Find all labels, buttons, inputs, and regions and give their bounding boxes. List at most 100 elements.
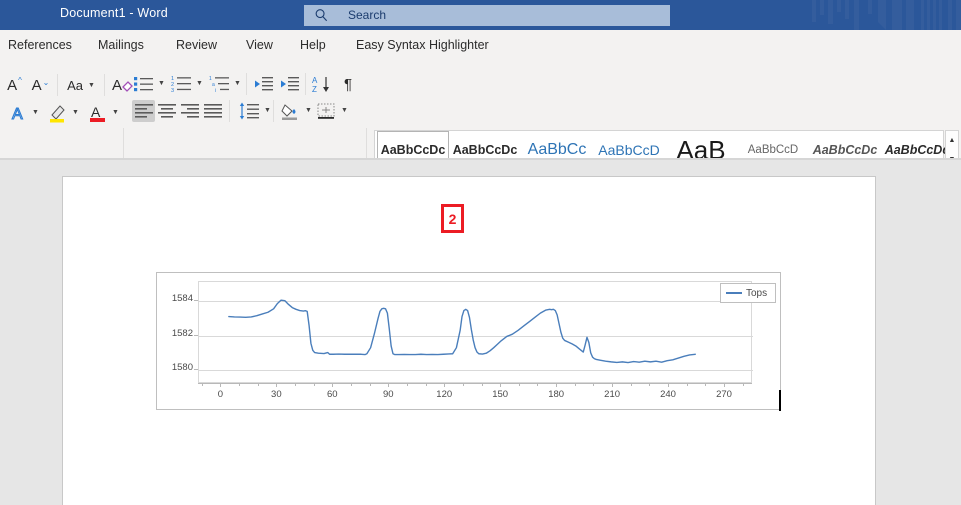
grow-font-button[interactable]: A ^ xyxy=(2,74,26,96)
chevron-down-icon[interactable]: ▼ xyxy=(72,109,79,116)
chevron-down-icon[interactable]: ▼ xyxy=(341,107,348,114)
text-highlight-color-button[interactable] xyxy=(46,102,70,124)
borders-button[interactable] xyxy=(315,100,339,122)
text-effects-button[interactable]: A xyxy=(8,102,30,124)
show-formatting-marks-button[interactable]: ¶ xyxy=(338,73,358,95)
tab-mailings[interactable]: Mailings xyxy=(98,38,144,52)
chevron-down-icon[interactable]: ▼ xyxy=(264,107,271,114)
document-title: Document1 - Word xyxy=(60,6,168,20)
chevron-down-icon[interactable]: ▼ xyxy=(158,80,165,87)
align-left-button[interactable] xyxy=(132,100,155,122)
ribbon-tab-bar: References Mailings Review View Help Eas… xyxy=(0,30,961,62)
chart-x-tick-label: 210 xyxy=(597,389,627,400)
highlighter-icon xyxy=(47,102,69,124)
style-preview: AaBbCcD xyxy=(738,144,808,156)
chart-x-tick-mark xyxy=(631,383,632,386)
chart-x-tick-mark xyxy=(593,383,594,386)
svg-text:i: i xyxy=(215,88,216,93)
style-preview: AaBbCcD xyxy=(594,142,664,158)
styles-scroll-up-button[interactable]: ▲ xyxy=(946,131,958,150)
chart-x-tick-mark xyxy=(202,383,203,386)
chart-x-tick-label: 30 xyxy=(261,389,291,400)
chart-y-tick-mark xyxy=(194,335,198,336)
font-color-button[interactable]: A xyxy=(86,102,110,124)
word-window: Document1 - Word Search References Maili… xyxy=(0,0,961,505)
chart-x-tick-mark xyxy=(575,383,576,386)
shrink-font-button[interactable]: A ⌄ xyxy=(28,74,52,96)
sort-button[interactable]: A Z xyxy=(310,73,334,95)
line-spacing-button[interactable] xyxy=(238,100,262,122)
increase-indent-button[interactable] xyxy=(278,73,302,95)
chart-y-tick-label: 1584 xyxy=(157,293,193,304)
svg-text:A: A xyxy=(91,104,101,120)
chevron-down-icon[interactable]: ▼ xyxy=(32,109,39,116)
chevron-down-icon[interactable]: ▼ xyxy=(234,80,241,87)
decrease-indent-button[interactable] xyxy=(252,73,276,95)
shrink-caret-icon: ⌄ xyxy=(43,78,50,87)
change-case-icon: Aa xyxy=(67,78,83,93)
tab-easy-syntax-highlighter[interactable]: Easy Syntax Highlighter xyxy=(356,38,489,52)
change-case-button[interactable]: Aa ▼ xyxy=(62,74,100,96)
align-right-icon xyxy=(180,103,200,119)
chart-legend[interactable]: Tops xyxy=(720,283,776,303)
chart-x-tick-label: 90 xyxy=(373,389,403,400)
shading-button[interactable] xyxy=(279,100,303,122)
chevron-down-icon[interactable]: ▼ xyxy=(196,80,203,87)
chart-line-tops xyxy=(229,300,695,362)
decrease-indent-icon xyxy=(253,75,275,93)
bullets-icon xyxy=(133,75,155,93)
shrink-font-icon: A xyxy=(32,77,42,94)
svg-text:3: 3 xyxy=(171,88,174,93)
chart-series-line xyxy=(199,282,753,384)
style-preview: AaBbCcDc xyxy=(882,143,952,157)
legend-swatch-tops xyxy=(726,292,742,294)
chart-object[interactable]: 158015821584 0306090120150180210240270 T… xyxy=(156,272,781,410)
bullets-button[interactable] xyxy=(132,73,156,95)
chart-x-tick-mark xyxy=(556,383,557,387)
chart-x-tick-mark xyxy=(612,383,613,387)
align-center-button[interactable] xyxy=(155,100,178,122)
svg-text:A: A xyxy=(12,106,23,123)
chart-x-tick-mark xyxy=(332,383,333,387)
chart-x-tick-mark xyxy=(351,383,352,386)
svg-text:Z: Z xyxy=(312,85,317,93)
chart-x-tick-mark xyxy=(276,383,277,387)
chevron-down-icon[interactable]: ▼ xyxy=(305,107,312,114)
chart-x-tick-label: 60 xyxy=(317,389,347,400)
borders-icon xyxy=(316,102,338,120)
text-effects-icon: A xyxy=(9,103,29,123)
multilevel-list-button[interactable]: 1 a i xyxy=(208,73,232,95)
chart-x-tick-mark xyxy=(537,383,538,386)
legend-label-tops: Tops xyxy=(746,288,767,299)
grow-font-icon: A xyxy=(7,77,17,94)
chart-x-tick-mark xyxy=(724,383,725,387)
search-placeholder: Search xyxy=(348,8,386,22)
justify-button[interactable] xyxy=(201,100,224,122)
tab-references[interactable]: References xyxy=(8,38,72,52)
annotation-marker-2: 2 xyxy=(441,204,464,233)
style-preview: AaBbCcDc xyxy=(378,143,448,157)
chart-x-tick-mark xyxy=(705,383,706,386)
multilevel-list-icon: 1 a i xyxy=(209,75,231,93)
chart-x-tick-label: 180 xyxy=(541,389,571,400)
align-right-button[interactable] xyxy=(178,100,201,122)
chart-x-tick-mark xyxy=(220,383,221,387)
title-bar: Document1 - Word Search xyxy=(0,0,961,30)
chevron-down-icon[interactable]: ▼ xyxy=(112,109,119,116)
chart-x-tick-label: 150 xyxy=(485,389,515,400)
style-preview: AaBbCcDc xyxy=(810,143,880,157)
chart-x-tick-mark xyxy=(407,383,408,386)
numbering-button[interactable]: 1 2 3 xyxy=(170,73,194,95)
chart-x-tick-mark xyxy=(687,383,688,386)
chart-y-tick-label: 1580 xyxy=(157,362,193,373)
search-box[interactable]: Search xyxy=(304,5,670,26)
chart-x-tick-mark xyxy=(482,383,483,386)
tab-review[interactable]: Review xyxy=(176,38,217,52)
chart-x-tick-label: 240 xyxy=(653,389,683,400)
chart-y-tick-mark xyxy=(194,369,198,370)
chart-x-tick-mark xyxy=(444,383,445,387)
svg-text:A: A xyxy=(112,77,122,94)
tab-view[interactable]: View xyxy=(246,38,273,52)
svg-text:A: A xyxy=(312,76,318,85)
tab-help[interactable]: Help xyxy=(300,38,326,52)
